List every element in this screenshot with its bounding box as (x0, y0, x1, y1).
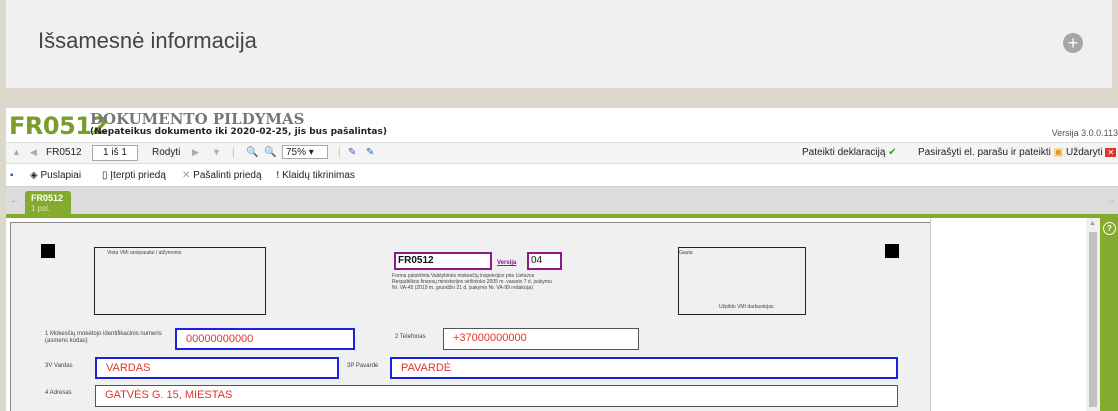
vmi-stamp-box: Vieta VMI antspaudui / atžymoms (94, 247, 266, 315)
corner-marker (41, 244, 55, 258)
zoom-out-icon[interactable]: 🔍 (246, 147, 258, 158)
expand-plus-icon[interactable]: + (1063, 33, 1083, 53)
last-page-icon[interactable]: ▼ (212, 147, 221, 157)
exclamation-icon: ! (276, 170, 280, 181)
next-page-icon[interactable]: ▶ (192, 147, 199, 158)
scrollbar-thumb[interactable] (1089, 232, 1097, 407)
help-strip: ? (1100, 218, 1118, 411)
form-canvas: Vieta VMI antspaudui / atžymoms FR0512 V… (6, 218, 1118, 411)
vertical-scrollbar[interactable]: ▲ (1086, 218, 1100, 411)
corner-marker (885, 244, 899, 258)
side-panel (930, 218, 1091, 411)
registration-label: Gauta (679, 250, 693, 256)
version-label: Versija 3.0.0.113 (1051, 128, 1118, 138)
tab-right-icon[interactable]: → (1106, 195, 1116, 206)
editor-header: FR0512 DOKUMENTO PILDYMAS (Nepateikus do… (6, 108, 1118, 142)
details-title: Išsamesnė informacija (38, 28, 257, 53)
document-icon: ▯ (102, 170, 108, 181)
insert-attachment-button[interactable]: ▯ Įterpti priedą (102, 170, 166, 181)
registration-footer: Užpildo VMI darbuotojas (719, 304, 774, 310)
last-name-label: 3P Pavardė (347, 363, 379, 369)
zoom-in-icon[interactable]: 🔍 (264, 147, 276, 158)
tab-page-1[interactable]: FR0512 1 psl. (25, 191, 71, 216)
toolbar-form-code: FR0512 (46, 147, 82, 158)
first-name-label: 3V Vardas (45, 363, 73, 369)
sign-submit-button[interactable]: Pasirašyti el. parašu ir pateikti ▣ (918, 147, 1063, 158)
help-icon[interactable]: ? (1103, 222, 1116, 235)
document-toolbar: ▪ ◈ Puslapiai ▯ Įterpti priedą ✕ Pašalin… (6, 164, 1118, 186)
registration-box: Gauta Užpildo VMI darbuotojas (678, 247, 806, 315)
taxpayer-id-input[interactable]: 00000000000 (175, 328, 355, 350)
version-field-label: Versija (497, 260, 517, 266)
tab-left-icon[interactable]: ← (10, 195, 20, 206)
sign-submit-label: Pasirašyti el. parašu ir pateikti (918, 147, 1051, 158)
submit-button[interactable]: Pateikti deklaraciją ✔ (802, 147, 897, 158)
edit-all-icon[interactable]: ✎ (366, 147, 374, 158)
divider: | (232, 147, 235, 158)
edit-icon[interactable]: ✎ (348, 147, 356, 158)
divider: | (338, 147, 341, 158)
details-panel[interactable]: Išsamesnė informacija + (0, 0, 1118, 88)
layers-icon: ◈ (30, 170, 38, 181)
prev-page-icon[interactable]: ◀ (30, 147, 37, 158)
page-title: DOKUMENTO PILDYMAS (90, 110, 305, 128)
remove-attachment-button[interactable]: ✕ Pašalinti priedą (182, 170, 262, 181)
form-page: Vieta VMI antspaudui / atžymoms FR0512 V… (10, 222, 932, 411)
save-icon[interactable]: ▪ (10, 170, 14, 181)
error-check-button[interactable]: ! Klaidų tikrinimas (276, 170, 355, 181)
navigation-toolbar: ▲ ◀ FR0512 1 iš 1 Rodyti ▶ ▼ | 🔍 🔍 75% ▾… (6, 142, 1118, 164)
tab-sublabel: 1 psl. (31, 204, 51, 213)
first-name-input[interactable]: VARDAS (95, 357, 339, 379)
zoom-value: 75% (286, 147, 307, 158)
document-editor: FR0512 DOKUMENTO PILDYMAS (Nepateikus do… (6, 108, 1118, 411)
signature-icon: ▣ (1053, 147, 1064, 158)
phone-input[interactable]: +37000000000 (443, 328, 639, 350)
checkmark-icon: ✔ (888, 147, 897, 158)
vmi-note: Vieta VMI antspaudui / atžymoms (107, 250, 182, 256)
page-tabs: ← FR0512 1 psl. → (6, 186, 1118, 216)
address-label: 4 Adresas (45, 390, 72, 396)
close-button[interactable]: Uždaryti ✕ (1066, 147, 1117, 158)
form-code-field[interactable]: FR0512 (394, 252, 492, 270)
scroll-up-icon[interactable]: ▲ (1089, 220, 1096, 227)
show-label[interactable]: Rodyti (152, 147, 180, 158)
submit-label: Pateikti deklaraciją (802, 147, 886, 158)
close-icon: ✕ (1105, 148, 1117, 157)
taxpayer-id-label: 1 Mokesčių mokėtojo identifikacinis nume… (45, 331, 162, 344)
zoom-select[interactable]: 75% ▾ (282, 145, 328, 159)
tab-label: FR0512 (31, 193, 64, 203)
page-number-input[interactable]: 1 iš 1 (92, 145, 138, 161)
phone-label: 2 Telefonas (395, 334, 426, 340)
first-page-icon[interactable]: ▲ (12, 147, 21, 157)
remove-icon: ✕ (182, 170, 191, 181)
page-subtitle: (Nepateikus dokumento iki 2020-02-25, ji… (90, 127, 387, 137)
close-label: Uždaryti (1066, 147, 1103, 158)
pages-button[interactable]: ◈ Puslapiai (30, 170, 81, 181)
version-field[interactable]: 04 (527, 252, 562, 270)
address-input[interactable]: GATVĖS G. 15, MIESTAS (95, 385, 898, 407)
last-name-input[interactable]: PAVARDĖ (390, 357, 898, 379)
form-description: Forma patvirtinta Valstybinės mokesčių i… (392, 273, 552, 291)
